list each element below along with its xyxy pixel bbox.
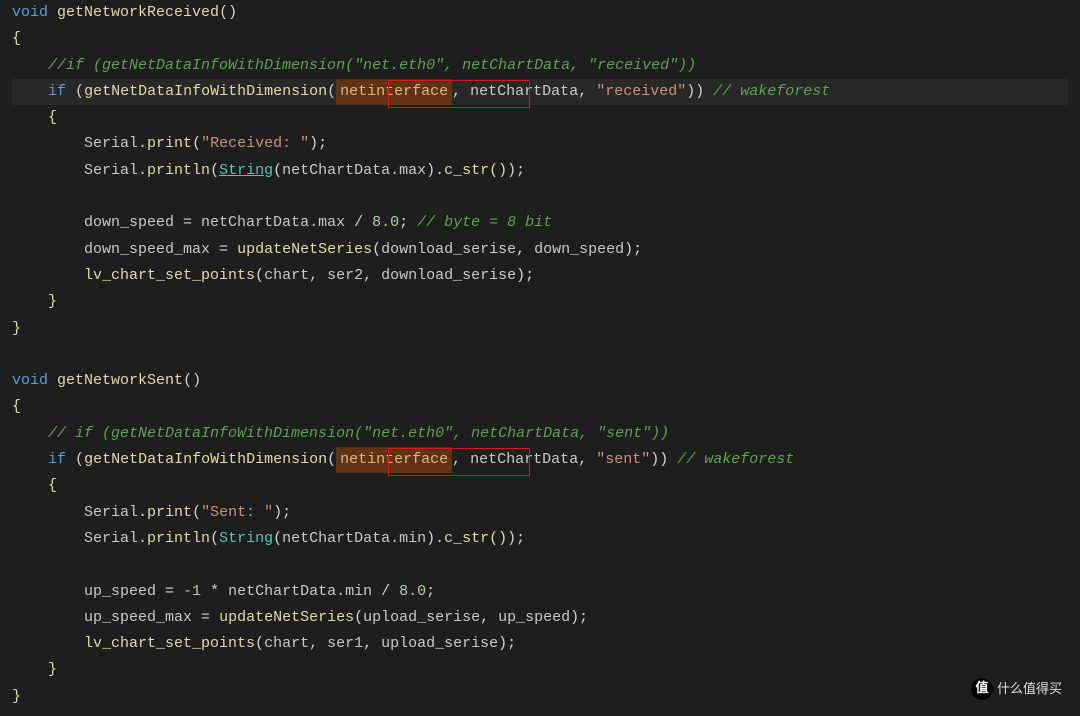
code-line	[12, 552, 1068, 578]
code-line: {	[12, 473, 1068, 499]
code-line-current: if (getNetDataInfoWithDimension(netinter…	[12, 79, 1068, 105]
code-line: up_speed_max = updateNetSeries(upload_se…	[12, 605, 1068, 631]
code-editor[interactable]: void getNetworkReceived() { //if (getNet…	[12, 0, 1068, 710]
code-line: if (getNetDataInfoWithDimension(netinter…	[12, 447, 1068, 473]
code-line: //if (getNetDataInfoWithDimension("net.e…	[12, 53, 1068, 79]
code-line: void getNetworkReceived()	[12, 0, 1068, 26]
code-line: {	[12, 394, 1068, 420]
watermark-icon: 值	[971, 678, 993, 700]
code-line: lv_chart_set_points(chart, ser1, upload_…	[12, 631, 1068, 657]
code-line: }	[12, 289, 1068, 315]
code-line: {	[12, 26, 1068, 52]
watermark: 值 什么值得买	[971, 676, 1062, 702]
code-line: down_speed = netChartData.max / 8.0; // …	[12, 210, 1068, 236]
code-line: up_speed = -1 * netChartData.min / 8.0;	[12, 579, 1068, 605]
highlighted-variable: netinterface	[336, 447, 452, 473]
highlighted-variable: netinterface	[336, 79, 452, 105]
code-line: down_speed_max = updateNetSeries(downloa…	[12, 237, 1068, 263]
code-line: Serial.print("Sent: ");	[12, 500, 1068, 526]
code-line: lv_chart_set_points(chart, ser2, downloa…	[12, 263, 1068, 289]
code-line: Serial.println(String(netChartData.min).…	[12, 526, 1068, 552]
code-line: Serial.println(String(netChartData.max).…	[12, 158, 1068, 184]
code-line: }	[12, 684, 1068, 710]
code-line	[12, 184, 1068, 210]
code-line: {	[12, 105, 1068, 131]
code-line: Serial.print("Received: ");	[12, 131, 1068, 157]
code-line	[12, 342, 1068, 368]
code-line: }	[12, 657, 1068, 683]
code-line: // if (getNetDataInfoWithDimension("net.…	[12, 421, 1068, 447]
code-line: }	[12, 316, 1068, 342]
watermark-text: 什么值得买	[997, 676, 1062, 702]
code-line: void getNetworkSent()	[12, 368, 1068, 394]
